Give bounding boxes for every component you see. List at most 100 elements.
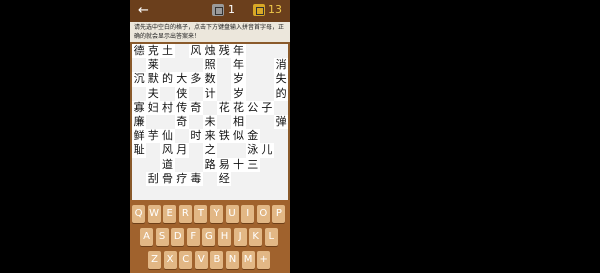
grid-cell[interactable]: 村 (160, 100, 175, 115)
grid-cell[interactable]: 似 (231, 129, 246, 144)
key-q[interactable]: Q (132, 205, 145, 223)
key-g[interactable]: G (202, 228, 216, 246)
grid-cell-empty[interactable] (245, 115, 260, 130)
grid-cell-empty[interactable] (231, 143, 246, 158)
grid-cell-empty[interactable] (174, 157, 189, 172)
grid-cell-empty[interactable] (245, 58, 260, 73)
grid-cell[interactable]: 年 (231, 44, 246, 59)
grid-cell[interactable]: 刮 (146, 171, 161, 186)
grid-cell-empty[interactable] (217, 58, 232, 73)
key-z[interactable]: Z (148, 251, 161, 269)
grid-cell-empty[interactable] (188, 115, 203, 130)
grid-cell[interactable]: 子 (259, 100, 274, 115)
grid-cell-empty[interactable] (146, 115, 161, 130)
grid-cell[interactable]: 岁 (231, 86, 246, 101)
grid-cell-empty[interactable] (188, 58, 203, 73)
key-m[interactable]: M (241, 251, 255, 269)
key-s[interactable]: S (155, 228, 169, 246)
grid-cell-empty[interactable] (188, 86, 203, 101)
key-o[interactable]: O (256, 205, 270, 223)
grid-cell[interactable]: 莱 (146, 58, 161, 73)
grid-cell[interactable]: 奇 (188, 100, 203, 115)
key-a[interactable]: A (140, 228, 153, 246)
key-t[interactable]: T (194, 205, 208, 223)
grid-cell-empty[interactable] (259, 171, 274, 186)
grid-cell-empty[interactable] (245, 86, 260, 101)
grid-cell-empty[interactable] (259, 129, 274, 144)
grid-cell-empty[interactable] (132, 186, 147, 201)
grid-cell[interactable]: 相 (231, 115, 246, 130)
key-j[interactable]: J (233, 228, 247, 246)
grid-cell[interactable]: 烛 (203, 44, 218, 59)
key-w[interactable]: W (147, 205, 161, 223)
grid-cell[interactable]: 花 (217, 100, 232, 115)
grid-cell[interactable]: 未 (203, 115, 218, 130)
key-d[interactable]: D (171, 228, 185, 246)
grid-cell[interactable]: 风 (160, 143, 175, 158)
grid-cell[interactable]: 夫 (146, 86, 161, 101)
grid-cell[interactable]: 年 (231, 58, 246, 73)
grid-cell[interactable]: 来 (203, 129, 218, 144)
grid-cell-empty[interactable] (274, 171, 289, 186)
grid-cell-empty[interactable] (160, 115, 175, 130)
grid-cell-empty[interactable] (245, 171, 260, 186)
grid-cell-empty[interactable] (259, 44, 274, 59)
grid-cell[interactable]: 克 (146, 44, 161, 59)
key-k[interactable]: K (249, 228, 263, 246)
grid-cell-empty[interactable] (174, 129, 189, 144)
key-h[interactable]: H (218, 228, 231, 246)
grid-cell-empty[interactable] (231, 171, 246, 186)
grid-cell-empty[interactable] (259, 72, 274, 87)
grid-cell[interactable]: 金 (245, 129, 260, 144)
grid-cell-empty[interactable] (160, 86, 175, 101)
grid-cell-empty[interactable] (146, 143, 161, 158)
grid-cell[interactable]: 鲜 (132, 129, 147, 144)
grid-cell[interactable]: 奇 (174, 115, 189, 130)
hint-card-icon[interactable] (212, 4, 224, 16)
grid-cell[interactable]: 道 (160, 157, 175, 172)
grid-cell[interactable]: 耻 (132, 143, 147, 158)
grid-cell-empty[interactable] (160, 58, 175, 73)
key-u[interactable]: U (225, 205, 239, 223)
grid-cell[interactable]: 经 (217, 171, 232, 186)
grid-cell[interactable]: 计 (203, 86, 218, 101)
grid-cell[interactable]: 沉 (132, 72, 147, 87)
key-v[interactable]: V (194, 251, 208, 269)
grid-cell-empty[interactable] (274, 100, 289, 115)
grid-cell[interactable]: 月 (174, 143, 189, 158)
grid-cell[interactable]: 三 (245, 157, 260, 172)
grid-cell[interactable]: 公 (245, 100, 260, 115)
grid-cell[interactable]: 大 (174, 72, 189, 87)
grid-cell[interactable]: 风 (188, 44, 203, 59)
grid-cell-empty[interactable] (132, 58, 147, 73)
grid-cell-empty[interactable] (274, 129, 289, 144)
grid-cell-empty[interactable] (259, 86, 274, 101)
grid-cell-empty[interactable] (259, 157, 274, 172)
grid-cell[interactable]: 儿 (259, 143, 274, 158)
grid-cell-empty[interactable] (217, 115, 232, 130)
grid-cell-empty[interactable] (245, 44, 260, 59)
grid-cell-empty[interactable] (274, 186, 289, 201)
grid-cell[interactable]: 数 (203, 72, 218, 87)
grid-cell-empty[interactable] (274, 143, 289, 158)
grid-cell-empty[interactable] (203, 186, 218, 201)
grid-cell[interactable]: 侠 (174, 86, 189, 101)
grid-cell-empty[interactable] (160, 186, 175, 201)
grid-cell[interactable]: 十 (231, 157, 246, 172)
grid-cell-empty[interactable] (245, 186, 260, 201)
grid-cell[interactable]: 时 (188, 129, 203, 144)
key-p[interactable]: P (272, 205, 286, 223)
grid-cell[interactable]: 传 (174, 100, 189, 115)
grid-cell-empty[interactable] (203, 100, 218, 115)
grid-cell-empty[interactable] (174, 58, 189, 73)
grid-cell[interactable]: 照 (203, 58, 218, 73)
grid-cell[interactable]: 德 (132, 44, 147, 59)
key-plus[interactable]: + (257, 251, 271, 269)
grid-cell-empty[interactable] (146, 157, 161, 172)
key-x[interactable]: X (163, 251, 177, 269)
grid-cell-empty[interactable] (245, 72, 260, 87)
grid-cell[interactable]: 岁 (231, 72, 246, 87)
grid-cell-empty[interactable] (146, 186, 161, 201)
key-b[interactable]: B (210, 251, 224, 269)
grid-cell[interactable]: 花 (231, 100, 246, 115)
